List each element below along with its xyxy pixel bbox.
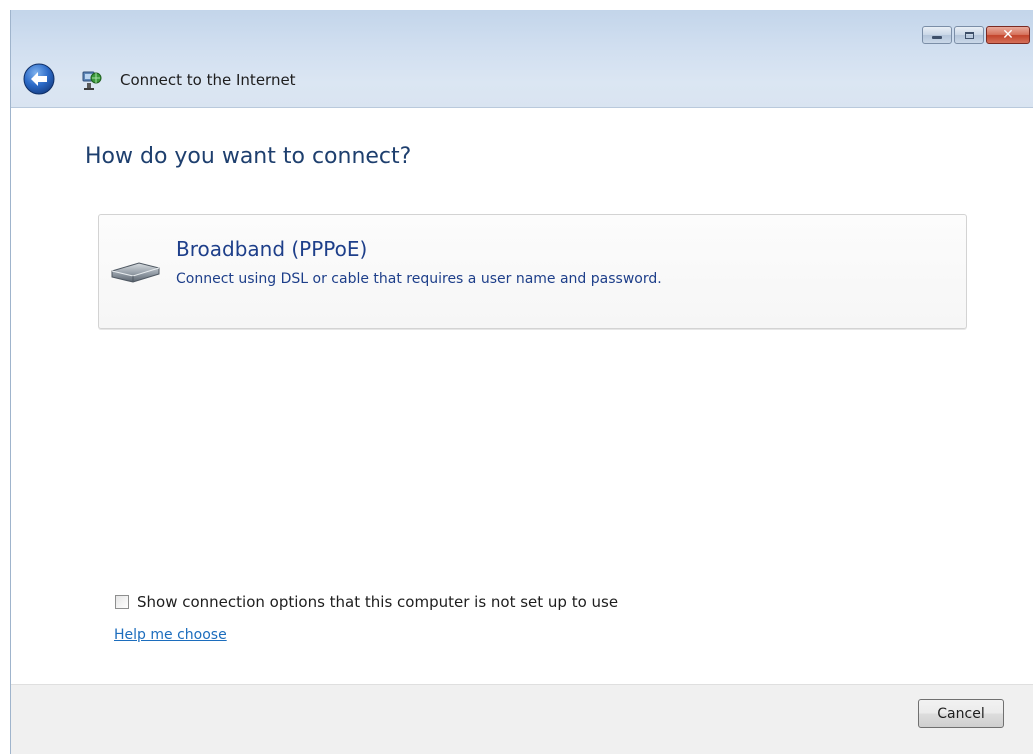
modem-icon — [111, 262, 160, 283]
connect-wizard-window: ✕ Connect to the Internet How do you wan… — [10, 10, 1033, 754]
minimize-icon — [932, 36, 942, 39]
option-title: Broadband (PPPoE) — [176, 237, 368, 261]
option-broadband-pppoe[interactable]: Broadband (PPPoE) Connect using DSL or c… — [98, 214, 967, 329]
help-me-choose-link[interactable]: Help me choose — [114, 627, 227, 643]
option-description: Connect using DSL or cable that requires… — [176, 271, 662, 287]
close-icon: ✕ — [1002, 27, 1014, 43]
show-options-row[interactable]: Show connection options that this comput… — [115, 593, 618, 611]
window-controls: ✕ — [922, 26, 1030, 44]
close-button[interactable]: ✕ — [986, 26, 1030, 44]
cancel-button[interactable]: Cancel — [918, 699, 1004, 728]
maximize-button[interactable] — [954, 26, 984, 44]
network-globe-icon — [82, 71, 102, 90]
back-arrow-icon[interactable] — [23, 63, 55, 95]
footer-bar: Cancel — [11, 684, 1033, 754]
maximize-icon — [964, 31, 974, 39]
show-options-label[interactable]: Show connection options that this comput… — [137, 593, 618, 611]
minimize-button[interactable] — [922, 26, 952, 44]
page-heading: How do you want to connect? — [85, 144, 412, 169]
window-title: Connect to the Internet — [120, 71, 296, 89]
title-bar: ✕ Connect to the Internet — [11, 10, 1033, 108]
show-options-checkbox[interactable] — [115, 595, 129, 609]
